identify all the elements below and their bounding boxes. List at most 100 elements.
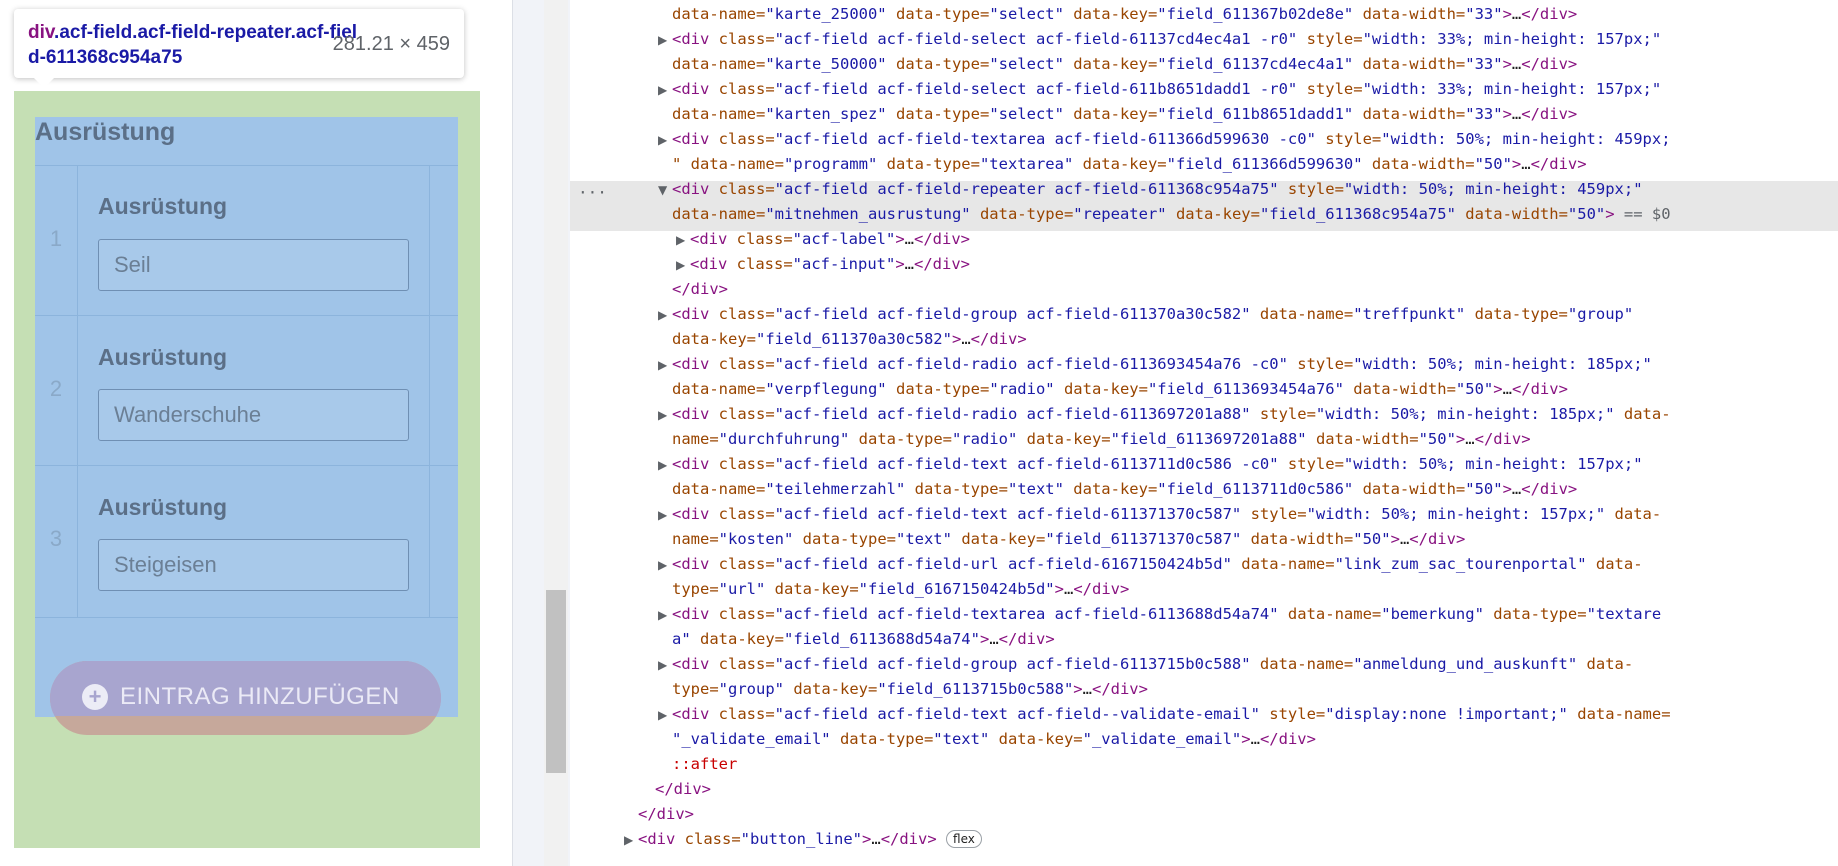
attr-value: "mitnehmen_ausrustung" bbox=[765, 205, 971, 223]
tag-end: >…</div> bbox=[1241, 730, 1316, 748]
attr-name: data-name= bbox=[672, 205, 766, 223]
attr-name: data-type= bbox=[886, 55, 990, 73]
attr-name: data-type= bbox=[905, 480, 1008, 498]
dom-node-line[interactable]: ::after bbox=[672, 752, 737, 777]
dom-node-line[interactable]: <div class="acf-field acf-field-textarea… bbox=[672, 127, 1671, 152]
tag-close: </div> bbox=[672, 280, 728, 298]
tag-end: >…</div> bbox=[951, 330, 1027, 348]
expand-triangle-icon[interactable]: ▶ bbox=[658, 408, 667, 422]
attr-value: "50" bbox=[1474, 155, 1512, 173]
repeater-table: 1 Ausrüstung Seil 2 Ausrüstung Wandersch… bbox=[35, 165, 458, 618]
attr-name: data-key= bbox=[1166, 205, 1260, 223]
dom-node-line[interactable]: type="url" data-key="field_6167150424b5d… bbox=[672, 577, 1129, 602]
dom-node-line[interactable]: <div class="acf-field acf-field-select a… bbox=[672, 77, 1661, 102]
attr-name: data-width= bbox=[1362, 155, 1475, 173]
row-handle[interactable]: 2 bbox=[35, 316, 78, 467]
expand-triangle-icon[interactable]: ▶ bbox=[658, 458, 667, 472]
tag-open: <div bbox=[638, 830, 676, 848]
dom-node-line[interactable]: name="durchfuhrung" data-type="radio" da… bbox=[672, 427, 1531, 452]
tag-end: >…</div> bbox=[1455, 430, 1531, 448]
expand-triangle-icon[interactable]: ▶ bbox=[658, 608, 667, 622]
tag-end: >…</div> bbox=[1390, 530, 1466, 548]
equipment-input[interactable]: Seil bbox=[98, 239, 409, 291]
dom-node-line[interactable]: <div class="acf-field acf-field-radio ac… bbox=[672, 402, 1671, 427]
expand-triangle-icon[interactable]: ▶ bbox=[624, 833, 633, 847]
row-field-label: Ausrüstung bbox=[98, 193, 228, 219]
attr-name: data-type= bbox=[1465, 305, 1568, 323]
tag-open: <div bbox=[672, 505, 710, 523]
tooltip-size: 281.21 × 459 bbox=[332, 33, 450, 55]
dom-node-line[interactable]: <div class="acf-field acf-field-radio ac… bbox=[672, 352, 1652, 377]
equipment-input[interactable]: Steigeisen bbox=[98, 539, 409, 591]
row-handle[interactable]: 3 bbox=[35, 466, 78, 617]
attr-name: data-type= bbox=[886, 5, 990, 23]
dom-node-line[interactable]: <div class="acf-field acf-field-group ac… bbox=[672, 302, 1633, 327]
expand-triangle-icon[interactable]: ▶ bbox=[676, 258, 685, 272]
dom-node-line[interactable]: </div> bbox=[638, 802, 694, 827]
tag-end: >…</div> bbox=[1073, 680, 1148, 698]
dom-node-line[interactable]: <div class="acf-field acf-field-url acf-… bbox=[672, 552, 1643, 577]
dom-node-line[interactable]: data-key="field_611370a30c582">…</div> bbox=[672, 327, 1027, 352]
dom-node-line[interactable]: <div class="acf-field acf-field-repeater… bbox=[672, 177, 1643, 202]
dom-node-line[interactable]: <div class="acf-input">…</div> bbox=[690, 252, 970, 277]
attr-name: class= bbox=[718, 555, 775, 573]
expand-triangle-icon[interactable]: ▶ bbox=[658, 658, 667, 672]
row-actions-cell[interactable] bbox=[429, 466, 458, 617]
expand-triangle-icon[interactable]: ▶ bbox=[658, 708, 667, 722]
dom-node-line[interactable]: data-name="mitnehmen_ausrustung" data-ty… bbox=[672, 202, 1671, 227]
collapse-triangle-icon[interactable]: ▼ bbox=[658, 183, 667, 197]
dom-node-line[interactable]: <div class="acf-field acf-field-group ac… bbox=[672, 652, 1633, 677]
add-entry-button[interactable]: + EINTRAG HINZUFÜGEN bbox=[50, 661, 441, 735]
dom-node-line[interactable]: data-name="karte_50000" data-type="selec… bbox=[672, 52, 1577, 77]
selected-marker: == $0 bbox=[1614, 205, 1671, 223]
attr-value: "field_611368c954a75" bbox=[1259, 205, 1456, 223]
row-actions-cell[interactable] bbox=[429, 166, 458, 317]
dom-node-line[interactable]: <div class="button_line">…</div> flex bbox=[638, 827, 982, 852]
dom-node-line[interactable]: data-name="karte_25000" data-type="selec… bbox=[672, 2, 1577, 27]
attr-value: "text" bbox=[1007, 480, 1064, 498]
dom-node-line[interactable]: </div> bbox=[655, 777, 711, 802]
dom-node-line[interactable]: data-name="teilehmerzahl" data-type="tex… bbox=[672, 477, 1577, 502]
attr-value: "acf-field acf-field-group acf-field-611… bbox=[774, 305, 1251, 323]
attr-value: "width: 50%; min-height: 157px;" bbox=[1343, 455, 1643, 473]
row-handle[interactable]: 1 bbox=[35, 166, 78, 317]
dom-node-line[interactable]: a" data-key="field_6113688d54a74">…</div… bbox=[672, 627, 1055, 652]
attr-value: "_validate_email" bbox=[672, 730, 831, 748]
tag-open: <div bbox=[672, 555, 710, 573]
dom-node-line[interactable]: <div class="acf-field acf-field-text acf… bbox=[672, 452, 1643, 477]
dom-node-line[interactable]: </div> bbox=[672, 277, 728, 302]
expand-triangle-icon[interactable]: ▶ bbox=[658, 508, 667, 522]
expand-triangle-icon[interactable]: ▶ bbox=[658, 358, 667, 372]
attr-value: "button_line" bbox=[740, 830, 862, 848]
expand-triangle-icon[interactable]: ▶ bbox=[658, 33, 667, 47]
equipment-input[interactable]: Wanderschuhe bbox=[98, 389, 409, 441]
dom-node-line[interactable]: "_validate_email" data-type="text" data-… bbox=[672, 727, 1316, 752]
attr-value: "field_6113697201a88" bbox=[1110, 430, 1307, 448]
dom-node-line[interactable]: <div class="acf-field acf-field-text acf… bbox=[672, 502, 1661, 527]
expand-triangle-icon[interactable]: ▶ bbox=[658, 558, 667, 572]
dom-node-line[interactable]: <div class="acf-label">…</div> bbox=[690, 227, 970, 252]
page-scrollbar-thumb[interactable] bbox=[546, 590, 566, 773]
expand-triangle-icon[interactable]: ▶ bbox=[658, 83, 667, 97]
dom-node-line[interactable]: data-name="verpflegung" data-type="radio… bbox=[672, 377, 1568, 402]
attr-value: "field_611370a30c582" bbox=[756, 330, 952, 348]
dom-node-line[interactable]: <div class="acf-field acf-field-text acf… bbox=[672, 702, 1671, 727]
dom-node-line[interactable]: data-name="karten_spez" data-type="selec… bbox=[672, 102, 1577, 127]
flex-badge[interactable]: flex bbox=[946, 830, 982, 848]
more-options-icon[interactable]: ··· bbox=[578, 183, 607, 202]
tag-open: <div bbox=[672, 355, 710, 373]
attr-value: "33" bbox=[1465, 55, 1503, 73]
dom-node-line[interactable]: " data-name="programm" data-type="textar… bbox=[672, 152, 1587, 177]
dom-node-line[interactable]: <div class="acf-field acf-field-textarea… bbox=[672, 602, 1661, 627]
attr-name: data-width= bbox=[1353, 105, 1466, 123]
expand-triangle-icon[interactable]: ▶ bbox=[658, 308, 667, 322]
dom-node-line[interactable]: name="kosten" data-type="text" data-key=… bbox=[672, 527, 1465, 552]
attr-name: data-key= bbox=[1073, 155, 1167, 173]
expand-triangle-icon[interactable]: ▶ bbox=[658, 133, 667, 147]
tag-open: <div bbox=[672, 130, 710, 148]
tag-end: >…</div> bbox=[1502, 105, 1578, 123]
row-actions-cell[interactable] bbox=[429, 316, 458, 467]
expand-triangle-icon[interactable]: ▶ bbox=[676, 233, 685, 247]
dom-node-line[interactable]: <div class="acf-field acf-field-select a… bbox=[672, 27, 1661, 52]
dom-node-line[interactable]: type="group" data-key="field_6113715b0c5… bbox=[672, 677, 1148, 702]
